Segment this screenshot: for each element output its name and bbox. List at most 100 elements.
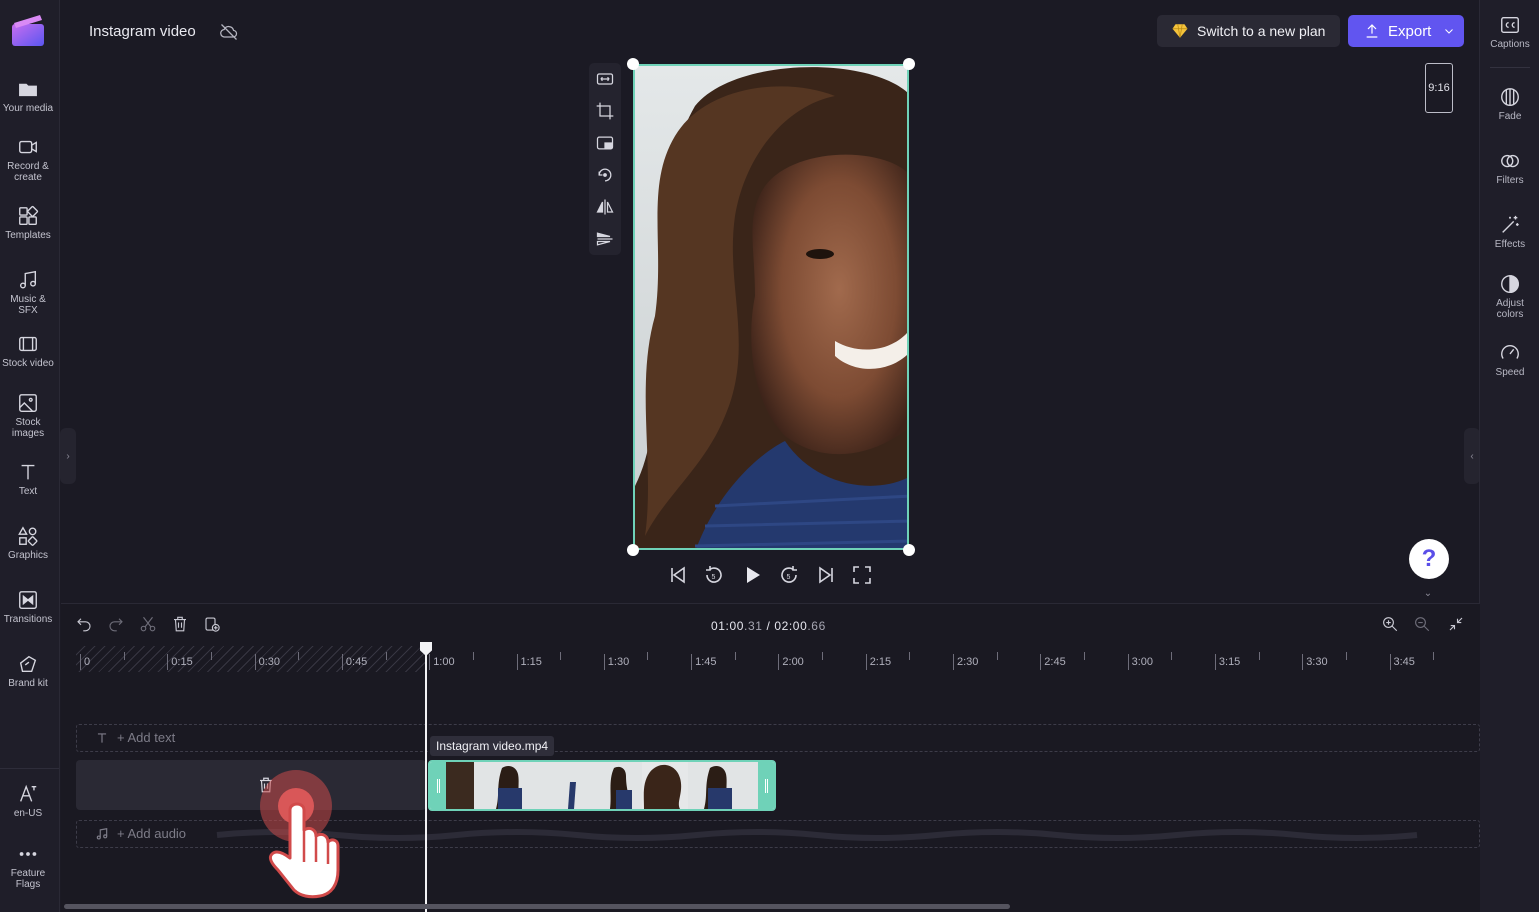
ruler-tick-label: 3:15 <box>1214 654 1240 670</box>
sidebar-item-label: Templates <box>5 230 51 241</box>
ruler-hatched-region <box>76 646 426 672</box>
sidebar-item-label: Stock images <box>11 417 45 439</box>
rewind-5s-button[interactable]: 5 <box>702 563 726 587</box>
audio-track[interactable]: + Add audio <box>76 820 1480 848</box>
cloud-off-icon[interactable] <box>219 22 239 42</box>
text-icon <box>21 464 35 480</box>
skip-to-start-button[interactable] <box>666 563 690 587</box>
fit-timeline-button[interactable] <box>1447 615 1467 635</box>
sidebar-item-captions[interactable]: Captions <box>1480 14 1539 50</box>
picture-in-picture-button[interactable] <box>595 133 615 153</box>
export-button[interactable]: Export <box>1348 15 1464 47</box>
right-sidebar: Captions Fade Filters Effects Adjust col… <box>1479 0 1539 912</box>
aspect-ratio-button[interactable]: 9:16 <box>1425 63 1453 113</box>
expand-left-panel-button[interactable]: › <box>60 428 76 484</box>
expand-right-panel-button[interactable]: ‹ <box>1464 428 1480 484</box>
resize-handle-top-left[interactable] <box>627 58 639 70</box>
sidebar-item-adjust-colors[interactable]: Adjust colors <box>1480 273 1539 320</box>
sidebar-item-effects[interactable]: Effects <box>1480 214 1539 250</box>
help-button[interactable]: ? <box>1409 539 1449 579</box>
sidebar-item-feature-flags[interactable]: Feature Flags <box>0 843 56 890</box>
sidebar-item-label: Fade <box>1498 111 1522 122</box>
sidebar-item-label: Your media <box>2 103 54 114</box>
brand-icon <box>19 655 37 673</box>
add-audio-label: + Add audio <box>117 826 187 841</box>
delete-button[interactable] <box>171 615 191 635</box>
image-icon <box>19 394 37 412</box>
switch-plan-button[interactable]: Switch to a new plan <box>1157 15 1340 47</box>
video-clip[interactable] <box>428 760 776 811</box>
sidebar-item-music-sfx[interactable]: Music & SFX <box>0 269 56 316</box>
redo-button[interactable] <box>107 615 127 635</box>
resize-handle-top-right[interactable] <box>903 58 915 70</box>
add-text-button[interactable]: + Add text <box>95 730 175 745</box>
picture-in-picture-icon <box>596 136 614 150</box>
empty-gap-slot[interactable] <box>76 760 426 810</box>
speedometer-icon <box>1501 345 1519 359</box>
text-icon <box>97 732 107 743</box>
undo-button[interactable] <box>75 615 95 635</box>
video-frame-image <box>635 66 907 548</box>
sidebar-item-graphics[interactable]: Graphics <box>0 525 56 561</box>
sidebar-item-language[interactable]: en-US <box>0 783 56 819</box>
clip-trim-handle-left[interactable] <box>430 762 446 809</box>
sidebar-item-speed[interactable]: Speed <box>1480 342 1539 378</box>
chevron-down-icon[interactable]: ⌄ <box>1420 588 1436 602</box>
sidebar-item-stock-video[interactable]: Stock video <box>0 333 56 369</box>
split-button[interactable] <box>139 615 159 635</box>
timeline-horizontal-scrollbar[interactable] <box>64 904 1010 909</box>
sidebar-item-your-media[interactable]: Your media <box>0 78 56 114</box>
sidebar-item-label: Brand kit <box>8 678 48 689</box>
add-text-label: + Add text <box>117 730 176 745</box>
fade-icon <box>1501 88 1519 106</box>
zoom-out-button[interactable] <box>1413 615 1433 635</box>
trash-icon[interactable] <box>257 776 275 794</box>
playhead[interactable] <box>425 644 427 912</box>
text-track[interactable]: + Add text <box>76 724 1480 752</box>
fullscreen-button[interactable] <box>850 563 874 587</box>
sidebar-item-text[interactable]: Text <box>0 461 56 497</box>
ruler-minor-tick <box>123 652 125 660</box>
cc-icon <box>1501 16 1519 34</box>
ruler-minor-tick <box>647 652 649 660</box>
play-button[interactable] <box>740 563 764 587</box>
sidebar-item-filters[interactable]: Filters <box>1480 150 1539 186</box>
fit-button[interactable] <box>595 69 615 89</box>
duplicate-button[interactable] <box>203 615 223 635</box>
add-audio-button[interactable]: + Add audio <box>95 826 186 841</box>
crop-button[interactable] <box>595 101 615 121</box>
sidebar-item-label: Filters <box>1496 175 1524 186</box>
shapes-icon <box>18 526 38 546</box>
ruler-minor-tick <box>1083 652 1085 660</box>
video-preview[interactable] <box>633 64 909 550</box>
language-icon <box>20 784 37 802</box>
timeline-ruler[interactable]: 0 0:15 0:30 0:45 1:00 1:15 1:30 1:45 2:00 2:15 2:3… <box>76 646 1480 672</box>
current-time-fraction: .31 <box>744 619 763 633</box>
resize-handle-bottom-left[interactable] <box>627 544 639 556</box>
flip-vertical-button[interactable] <box>595 229 615 249</box>
resize-handle-bottom-right[interactable] <box>903 544 915 556</box>
flip-horizontal-button[interactable] <box>595 197 615 217</box>
flip-horizontal-icon <box>596 199 614 215</box>
player-controls: 5 5 <box>666 563 876 589</box>
camera-icon <box>19 140 37 154</box>
sidebar-item-stock-images[interactable]: Stock images <box>0 392 56 439</box>
chevron-down-icon <box>1445 29 1454 34</box>
forward-5s-button[interactable]: 5 <box>777 563 801 587</box>
collapse-icon <box>1449 617 1463 631</box>
project-title[interactable]: Instagram video <box>89 23 196 40</box>
music-note-icon <box>19 270 37 289</box>
sidebar-item-label: en-US <box>13 808 43 819</box>
sidebar-item-brand-kit[interactable]: Brand kit <box>0 653 56 689</box>
ruler-tick-label: 3:45 <box>1389 654 1415 670</box>
sidebar-item-templates[interactable]: Templates <box>0 205 56 241</box>
ruler-minor-tick <box>560 652 562 660</box>
skip-to-end-button[interactable] <box>814 563 838 587</box>
rotate-button[interactable] <box>595 165 615 185</box>
zoom-in-button[interactable] <box>1381 615 1401 635</box>
duplicate-icon <box>205 617 220 632</box>
clip-trim-handle-right[interactable] <box>758 762 774 809</box>
sidebar-item-transitions[interactable]: Transitions <box>0 589 56 625</box>
sidebar-item-fade[interactable]: Fade <box>1480 86 1539 122</box>
sidebar-item-record-create[interactable]: Record & create <box>0 136 56 183</box>
